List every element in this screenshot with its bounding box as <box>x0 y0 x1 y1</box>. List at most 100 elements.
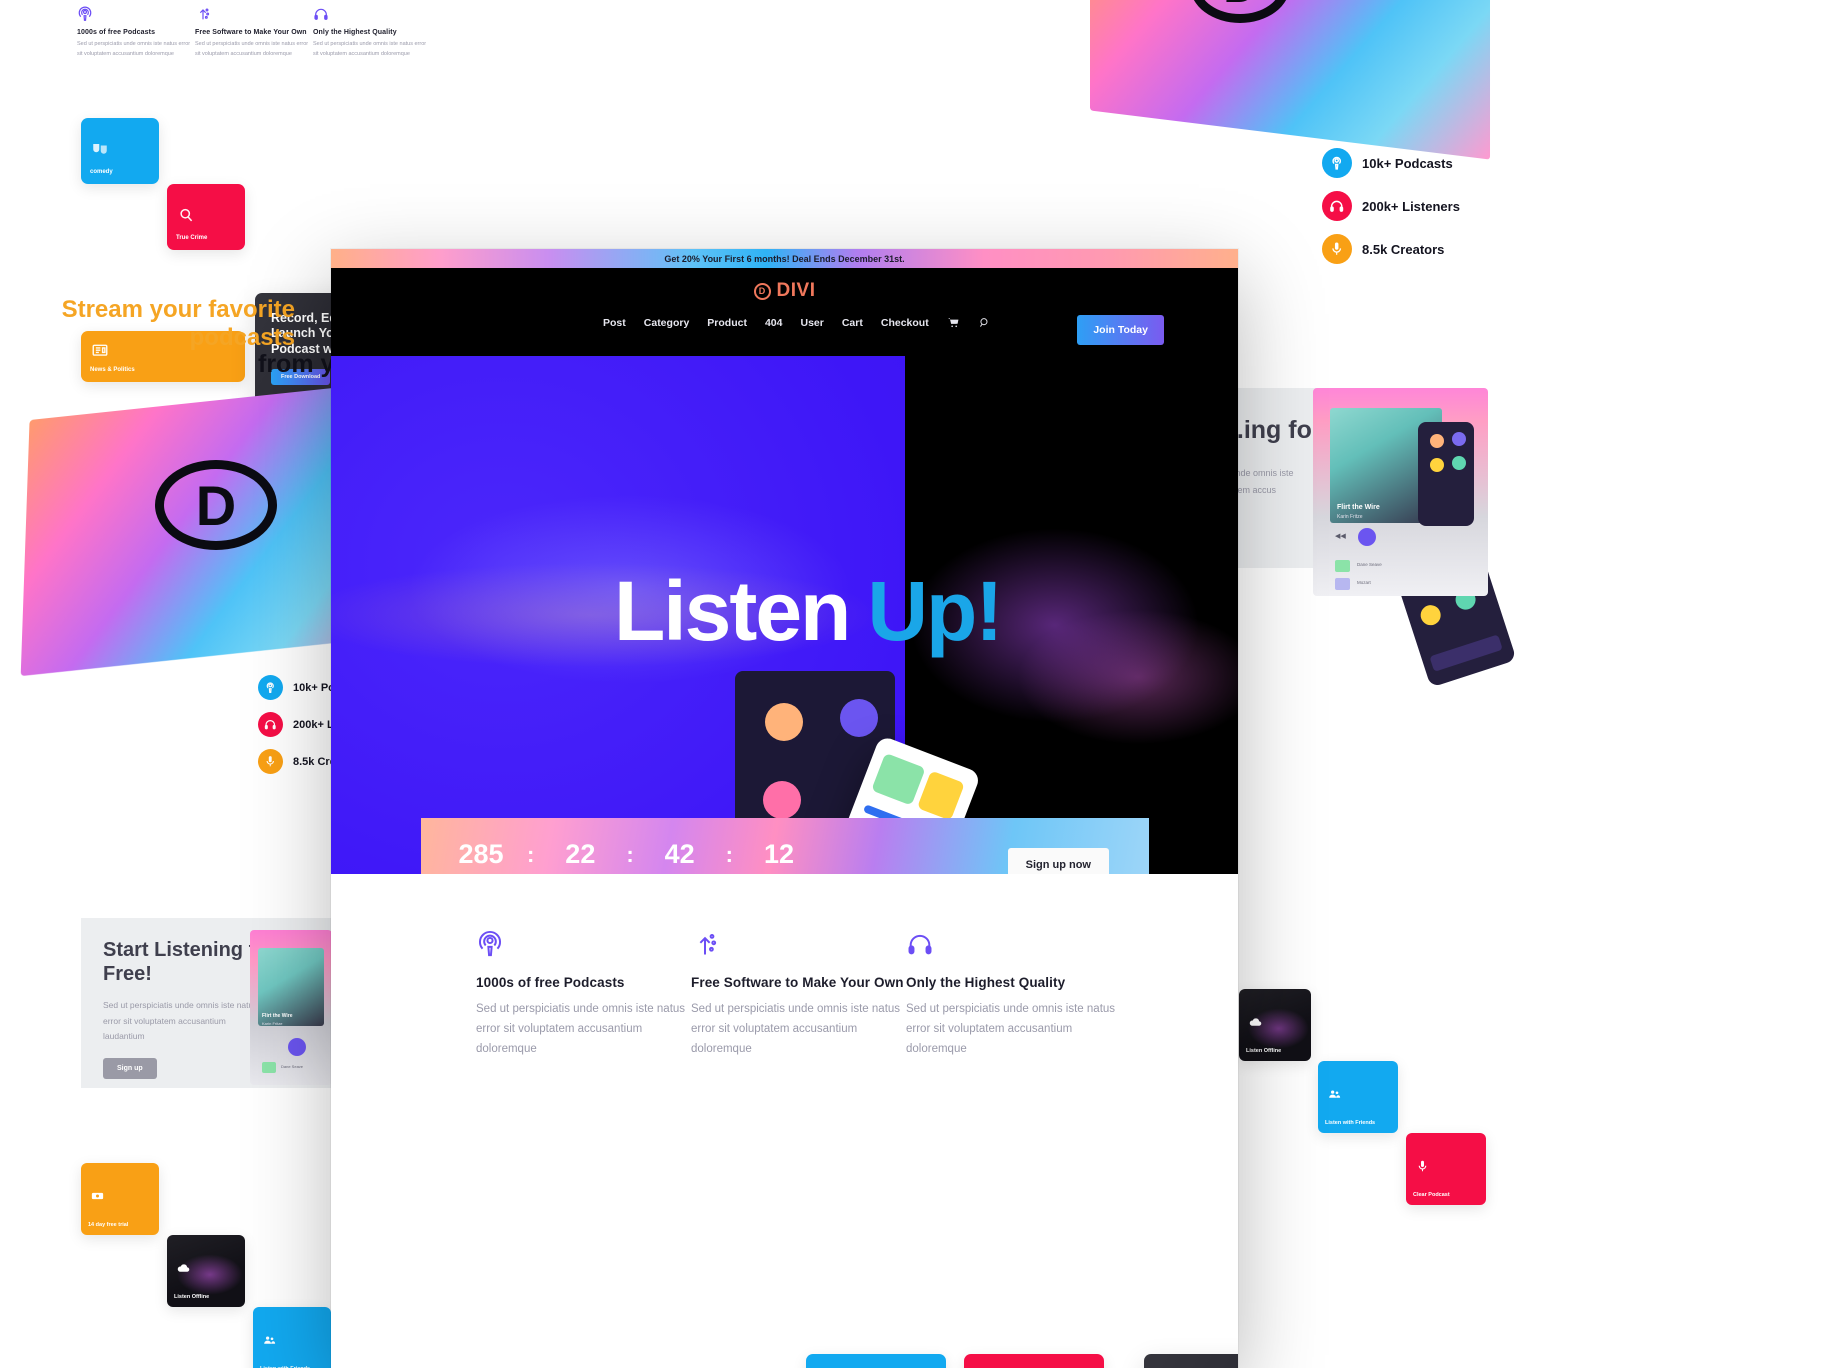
bg-feature-body: Sed ut perspiciatis unde omnis iste natu… <box>195 41 309 57</box>
bg-player-subtitle-right: Karin Fritze <box>1337 514 1363 520</box>
countdown-separator: : <box>725 842 733 867</box>
hero-word-listen: Listen <box>614 564 851 658</box>
bg-stats-right: 10k+ Podcasts 200k+ Listeners 8.5k Creat… <box>1322 148 1460 276</box>
bg-stat-label: 8.5k Creators <box>1362 241 1445 257</box>
bg-player-title-right: Flirt the Wire <box>1337 504 1380 511</box>
bg-track-2: Mozart <box>1357 580 1371 585</box>
main-page-preview: Get 20% Your First 6 months! Deal Ends D… <box>331 249 1238 1368</box>
bg-tile-label: comedy <box>90 169 113 175</box>
bg-tile-listen-offline-right[interactable]: Listen Offline <box>1239 989 1311 1061</box>
bg-player-subtitle: Karin Fritze <box>262 1021 283 1026</box>
cart-icon[interactable] <box>947 316 960 329</box>
bg-feature-title: 1000s of free Podcasts <box>77 29 156 36</box>
bg-tile-listen-with-friends[interactable]: Listen with Friends <box>253 1307 331 1368</box>
bg-stream-headline-orange: Stream your favorite podcasts <box>61 296 295 352</box>
nav-item-product[interactable]: Product <box>707 317 747 329</box>
bg-feature-item: Only the Highest Quality Sed ut perspici… <box>313 6 431 59</box>
cloud-icon <box>176 1261 191 1276</box>
microphone-icon <box>258 749 283 774</box>
hero-headline: Listen Up! <box>331 563 1238 660</box>
nav-item-post[interactable]: Post <box>603 317 626 329</box>
bg-feature-title: Only the Highest Quality <box>313 29 397 36</box>
dot-pink <box>763 781 801 819</box>
bg-tile-clear-podcast[interactable]: Clear Podcast <box>1406 1133 1486 1205</box>
search-icon[interactable] <box>978 316 991 329</box>
announcement-text: Get 20% Your First 6 months! Deal Ends D… <box>664 253 905 264</box>
hero-word-up: Up! <box>867 564 1003 658</box>
divi-mark-icon: D <box>753 282 771 300</box>
main-promo-card: Record, Edit, & Launch Your Own <box>1144 1354 1238 1368</box>
bg-gradient-blob-top-right <box>1090 0 1490 160</box>
countdown-separator: : <box>626 842 634 867</box>
bg-player-title: Flirt the Wire <box>262 1013 293 1019</box>
bg-tile-free-trial[interactable]: 14 day free trial <box>81 1163 159 1235</box>
feature-item-podcasts: 1000s of free Podcasts Sed ut perspiciat… <box>476 930 691 1059</box>
podcast-icon <box>1322 148 1352 178</box>
people-icon <box>1327 1087 1342 1102</box>
bg-track-1: Dane Seave <box>1357 562 1382 567</box>
headphones-icon <box>313 6 329 22</box>
bg-stat-row: 8.5k Creators <box>1322 234 1460 264</box>
bg-stat-row: 200k+ Listeners <box>1322 191 1460 221</box>
feature-item-quality: Only the Highest Quality Sed ut perspici… <box>906 930 1121 1059</box>
countdown-days: 285 Day(s) <box>458 839 504 869</box>
nav-item-checkout[interactable]: Checkout <box>881 317 929 329</box>
headphones-icon <box>1322 191 1352 221</box>
nav-item-user[interactable]: User <box>800 317 823 329</box>
bg-tile-label: True Crime <box>176 235 208 241</box>
cloud-icon <box>1248 1015 1263 1030</box>
feature-title: 1000s of free Podcasts <box>476 975 625 990</box>
features-row: 1000s of free Podcasts Sed ut perspiciat… <box>331 874 1238 1059</box>
bg-player-track: Dane Seave <box>281 1064 304 1069</box>
main-bottom-tiles: Record, Edit, & Launch Your Own <box>806 1354 1238 1368</box>
headphones-icon <box>906 930 934 958</box>
feature-body: Sed ut perspiciatis unde omnis iste natu… <box>691 1003 901 1056</box>
podcast-icon <box>258 675 283 700</box>
hero-section: Listen Up! 285: 22: 42: 12 Sign up no… <box>331 356 1238 874</box>
tile-comedy[interactable] <box>806 1354 946 1368</box>
bg-tile-listen-friends-right[interactable]: Listen with Friends <box>1318 1061 1398 1133</box>
bg-tile-label: 14 day free trial <box>88 1222 129 1228</box>
podcast-icon <box>476 930 504 958</box>
bg-player-photo-card-right: Flirt the Wire Karin Fritze ◀◀ Dane Seav… <box>1313 388 1488 596</box>
nav-item-category[interactable]: Category <box>644 317 690 329</box>
bg-feature-title: Free Software to Make Your Own <box>195 29 307 36</box>
brand-name: DIVI <box>776 280 816 301</box>
navbar: D DIVI Post Category Product 404 User Ca… <box>331 268 1238 356</box>
brand-logo[interactable]: D DIVI <box>331 268 1238 302</box>
people-icon <box>262 1333 277 1348</box>
join-today-button[interactable]: Join Today <box>1077 315 1164 345</box>
bg-stat-label: 10k+ Podcasts <box>1362 155 1453 171</box>
bg-feature-item: Free Software to Make Your Own Sed ut pe… <box>195 6 313 59</box>
countdown-minutes: 42 Minute(s) <box>664 839 695 869</box>
feature-title: Only the Highest Quality <box>906 975 1066 990</box>
podcast-icon <box>77 6 93 22</box>
microphone-icon <box>1322 234 1352 264</box>
headphones-icon <box>258 712 283 737</box>
bg-stat-row: 10k+ Podcasts <box>1322 148 1460 178</box>
ticket-icon <box>90 1189 105 1204</box>
bg-category-tile-true-crime[interactable]: True Crime <box>167 184 245 250</box>
bg-tile-listen-offline[interactable]: Listen Offline <box>167 1235 245 1307</box>
feature-title: Free Software to Make Your Own <box>691 975 904 990</box>
feature-body: Sed ut perspiciatis unde omnis iste natu… <box>906 1003 1116 1056</box>
mockup-stage: 1000s of free Podcasts Sed ut perspiciat… <box>0 0 1824 1368</box>
dot-purple <box>840 699 878 737</box>
bg-start-listening-right-body: ...unde omnis iste ...stem accus <box>1223 468 1294 495</box>
nav-item-404[interactable]: 404 <box>765 317 783 329</box>
bg-category-tile-comedy[interactable]: comedy <box>81 118 159 184</box>
countdown-hours: 22 Hour(s) <box>565 839 596 869</box>
bg-feature-item: 1000s of free Podcasts Sed ut perspiciat… <box>77 6 195 59</box>
bg-player-photo-card: Flirt the Wire Karin Fritze Dane Seave <box>250 930 332 1085</box>
countdown-banner: 285 Day(s) : 22 Hour(s) : 42 Minute(s) :… <box>421 818 1149 874</box>
dot-orange <box>765 703 803 741</box>
magnifier-icon <box>177 206 195 224</box>
nav-item-cart[interactable]: Cart <box>842 317 863 329</box>
tile-true-crime[interactable] <box>964 1354 1104 1368</box>
countdown-signup-button[interactable]: Sign up now <box>1007 848 1109 874</box>
countdown-separator: : <box>527 842 535 867</box>
bg-top-features-strip: 1000s of free Podcasts Sed ut perspiciat… <box>77 6 431 59</box>
bg-start-listening-button[interactable]: Sign up <box>103 1058 157 1080</box>
phone-tile-green <box>871 752 926 806</box>
comedy-masks-icon <box>91 140 109 158</box>
